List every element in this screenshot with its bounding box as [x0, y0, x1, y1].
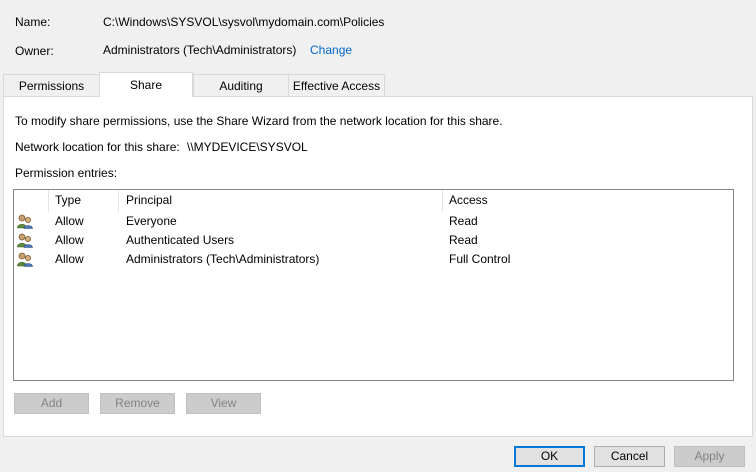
- column-header-access[interactable]: Access: [449, 190, 488, 211]
- users-group-icon: [17, 214, 33, 229]
- add-button[interactable]: Add: [14, 393, 89, 414]
- cancel-button[interactable]: Cancel: [594, 446, 665, 467]
- row-type: Allow: [55, 252, 84, 266]
- share-instructions: To modify share permissions, use the Sha…: [15, 114, 503, 128]
- column-separator[interactable]: [442, 190, 443, 212]
- row-type: Allow: [55, 214, 84, 228]
- users-group-icon: [17, 233, 33, 248]
- tab-permissions[interactable]: Permissions: [3, 74, 100, 96]
- table-row[interactable]: Allow Authenticated Users Read: [14, 231, 733, 250]
- row-access: Read: [449, 214, 478, 228]
- owner-label: Owner:: [15, 44, 54, 58]
- column-header-type[interactable]: Type: [55, 190, 81, 211]
- column-separator[interactable]: [48, 190, 49, 212]
- remove-button[interactable]: Remove: [100, 393, 175, 414]
- apply-button[interactable]: Apply: [674, 446, 745, 467]
- ok-button[interactable]: OK: [514, 446, 585, 467]
- row-access: Read: [449, 233, 478, 247]
- column-separator[interactable]: [118, 190, 119, 212]
- view-button[interactable]: View: [186, 393, 261, 414]
- users-group-icon: [17, 252, 33, 267]
- list-header: Type Principal Access: [14, 190, 733, 212]
- permission-entries-label: Permission entries:: [15, 166, 118, 180]
- network-location-label: Network location for this share:: [15, 140, 180, 154]
- network-location-value: \\MYDEVICE\SYSVOL: [187, 140, 308, 154]
- row-principal: Administrators (Tech\Administrators): [126, 252, 320, 266]
- row-principal: Authenticated Users: [126, 233, 235, 247]
- row-access: Full Control: [449, 252, 511, 266]
- tab-effective-access[interactable]: Effective Access: [288, 74, 385, 96]
- name-value: C:\Windows\SYSVOL\sysvol\mydomain.com\Po…: [103, 15, 385, 29]
- advanced-security-settings-window: Name: C:\Windows\SYSVOL\sysvol\mydomain.…: [0, 0, 756, 472]
- name-label: Name:: [15, 15, 51, 29]
- row-type: Allow: [55, 233, 84, 247]
- column-header-principal[interactable]: Principal: [126, 190, 172, 211]
- change-owner-link[interactable]: Change: [310, 43, 352, 57]
- permission-entries-list[interactable]: Type Principal Access Allow Everyone Rea…: [13, 189, 734, 381]
- table-row[interactable]: Allow Everyone Read: [14, 212, 733, 231]
- tab-auditing[interactable]: Auditing: [193, 74, 289, 96]
- tab-share[interactable]: Share: [99, 72, 193, 97]
- row-principal: Everyone: [126, 214, 177, 228]
- owner-value: Administrators (Tech\Administrators): [103, 43, 297, 57]
- table-row[interactable]: Allow Administrators (Tech\Administrator…: [14, 250, 733, 269]
